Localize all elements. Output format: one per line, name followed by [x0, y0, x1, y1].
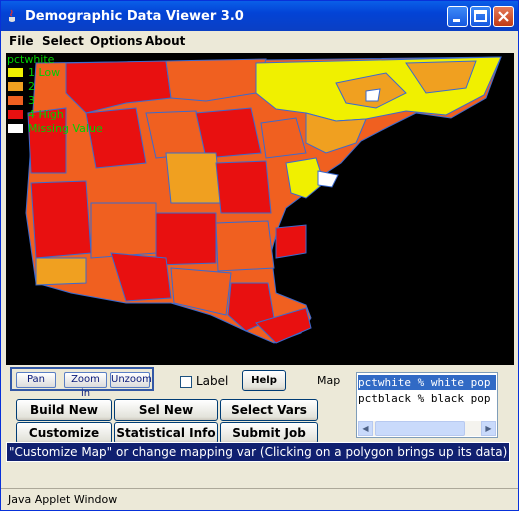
- statistical-info-button[interactable]: Statistical Info: [114, 422, 218, 444]
- list-item-pctwhite[interactable]: pctwhite % white pop: [358, 375, 496, 390]
- unzoom-button[interactable]: Unzoom: [110, 372, 152, 388]
- label-checkbox[interactable]: [180, 376, 192, 388]
- horizontal-scrollbar[interactable]: ◀ ▶: [358, 421, 496, 436]
- applet-footer: Java Applet Window: [1, 488, 518, 511]
- applet-window-label: Java Applet Window: [8, 493, 118, 506]
- help-button[interactable]: Help: [242, 370, 286, 391]
- legend-title: pctwhite: [7, 53, 55, 66]
- build-new-vars-button[interactable]: Build New Vars: [16, 399, 112, 437]
- scroll-right-arrow[interactable]: ▶: [481, 421, 496, 436]
- legend-swatch: [8, 96, 23, 105]
- submit-job-button[interactable]: Submit Job: [220, 422, 318, 444]
- close-icon: [498, 11, 509, 22]
- maximize-button[interactable]: [470, 6, 491, 27]
- label-checkbox-label: Label: [196, 374, 229, 388]
- control-panel: Pan Zoom in Unzoom Label Help Map Build …: [6, 365, 514, 483]
- variable-list[interactable]: pctwhite % white pop pctblack % black po…: [356, 372, 498, 438]
- java-cup-icon: [9, 9, 15, 22]
- menu-file[interactable]: File: [9, 34, 34, 48]
- legend-swatch: [8, 124, 23, 133]
- pan-button[interactable]: Pan: [16, 372, 56, 388]
- menu-bar: File Select Options About: [1, 31, 518, 51]
- legend-label: 2: [28, 80, 35, 93]
- maximize-icon: [474, 10, 487, 22]
- legend-label: 1 Low: [28, 66, 61, 79]
- menu-options[interactable]: Options: [90, 34, 143, 48]
- zoom-in-button[interactable]: Zoom in: [64, 372, 107, 399]
- legend-swatch: [8, 110, 23, 119]
- sel-new-region-button[interactable]: Sel New Region: [114, 399, 218, 437]
- scroll-thumb[interactable]: [375, 421, 465, 436]
- window-title: Demographic Data Viewer 3.0: [25, 9, 244, 24]
- app-window: Demographic Data Viewer 3.0 File Select …: [0, 0, 519, 511]
- legend-label: 3: [28, 94, 35, 107]
- customize-map-button[interactable]: Customize Map: [16, 422, 112, 460]
- title-bar[interactable]: Demographic Data Viewer 3.0: [1, 1, 518, 31]
- list-item-pctblack[interactable]: pctblack % black pop: [358, 391, 496, 406]
- menu-select[interactable]: Select: [42, 34, 84, 48]
- map-canvas[interactable]: pctwhite 1 Low 2 3 4 High Missing Value: [6, 53, 514, 365]
- minimize-button[interactable]: [447, 6, 468, 27]
- choropleth-map[interactable]: [6, 53, 514, 365]
- legend-swatch: [8, 68, 23, 77]
- legend-swatch: [8, 82, 23, 91]
- minimize-icon: [453, 19, 460, 22]
- close-button[interactable]: [493, 6, 514, 27]
- map-tool-group: Pan Zoom in Unzoom: [10, 367, 154, 399]
- scroll-left-arrow[interactable]: ◀: [358, 421, 373, 436]
- legend-label: 4 High: [28, 108, 64, 121]
- select-vars-button[interactable]: Select Vars: [220, 399, 318, 421]
- legend-label: Missing Value: [28, 122, 103, 135]
- status-bar: "Customize Map" or change mapping var (C…: [6, 442, 510, 462]
- menu-about[interactable]: About: [145, 34, 185, 48]
- map-var-label: Map: [317, 374, 341, 387]
